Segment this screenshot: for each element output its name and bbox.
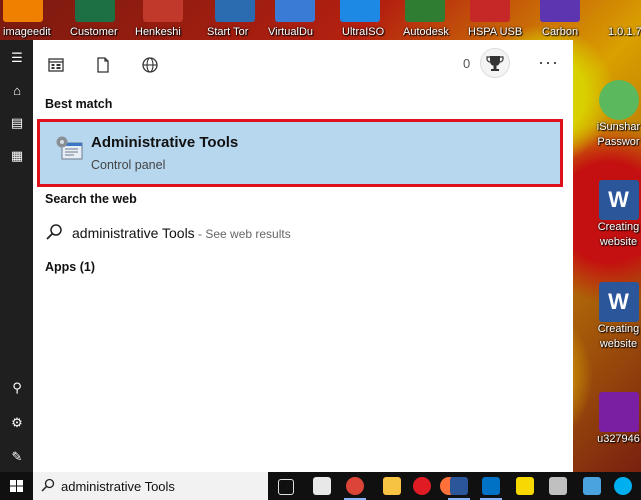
notebook-icon[interactable]: ▤: [9, 115, 25, 131]
hamburger-menu-icon[interactable]: ☰: [9, 50, 25, 66]
file-explorer-icon[interactable]: [383, 477, 401, 495]
skype-icon[interactable]: [614, 477, 632, 495]
desktop-item-label: u327946: [597, 433, 640, 445]
web-result-query-text: administrative Tools: [72, 225, 195, 241]
taskbar: administrative Tools: [0, 472, 641, 500]
desktop-icon-label: UltraISO: [342, 26, 385, 38]
virtualdub-shortcut-icon[interactable]: [275, 0, 315, 22]
desktop-icon-label: Start Tor: [207, 26, 249, 38]
desktop-icon-label: 1.0.1.7: [608, 26, 641, 38]
desktop-icon-label: Autodesk: [403, 26, 449, 38]
opera-icon[interactable]: [413, 477, 431, 495]
paint-icon[interactable]: [583, 477, 601, 495]
desktop-item-label: Passwor: [597, 136, 640, 148]
web-search-result[interactable]: administrative Tools - See web results: [33, 217, 573, 247]
ultraiso-shortcut-icon[interactable]: [340, 0, 380, 22]
rewards-count: 0: [463, 56, 471, 71]
chrome-icon[interactable]: [344, 477, 366, 500]
key-app-icon: [598, 80, 639, 120]
desktop-item-label: website: [599, 236, 638, 248]
desktop-icon-label: VirtualDu: [268, 26, 314, 38]
apps-filter-icon[interactable]: [47, 56, 65, 74]
excel-file-icon[interactable]: [75, 0, 115, 22]
desktop-item-label: website: [599, 338, 638, 350]
desktop-icon-label: HSPA USB: [468, 26, 523, 38]
desktop-top-icons: imageedit Customer Henkeshi Start Tor Vi…: [0, 0, 641, 40]
home-icon[interactable]: ⌂: [9, 83, 25, 99]
desktop-item-word-doc-2[interactable]: W Creating website: [596, 282, 641, 352]
start-menu-rail: ☰ ⌂ ▤ ▦ ⚲ ⚙ ✎: [0, 40, 33, 472]
desktop-item-label: Creating: [597, 323, 640, 335]
winrar-archive-icon: [598, 392, 639, 432]
taskbar-search-text: administrative Tools: [61, 479, 175, 494]
desktop-item-label: iSunshar: [596, 121, 641, 133]
apps-heading[interactable]: Apps (1): [45, 260, 95, 274]
sticky-notes-icon[interactable]: [516, 477, 534, 495]
outlook-icon[interactable]: [480, 477, 502, 500]
best-match-result[interactable]: Administrative Tools Control panel: [37, 119, 563, 187]
documents-filter-icon[interactable]: [94, 56, 112, 74]
settings-gear-icon[interactable]: ⚙: [9, 415, 25, 431]
word-icon[interactable]: [448, 477, 470, 500]
desktop-icon-label: Carbon: [542, 26, 579, 38]
task-view-icon[interactable]: [278, 479, 294, 495]
desktop-item-isunshare[interactable]: iSunshar Passwor: [596, 80, 641, 150]
web-filter-icon[interactable]: [141, 56, 159, 74]
rewards-trophy-icon[interactable]: [480, 48, 510, 78]
desktop-icon-label: Customer: [70, 26, 118, 38]
best-match-title: Administrative Tools: [91, 134, 239, 151]
taskbar-search-box[interactable]: administrative Tools: [33, 472, 268, 500]
desktop-icon-label: Henkeshi: [135, 26, 181, 38]
autodesk-shortcut-icon[interactable]: [405, 0, 445, 22]
windows-start-button[interactable]: [0, 472, 33, 500]
desktop-icon-label: imageedit: [3, 26, 51, 38]
administrative-tools-icon: [56, 136, 83, 160]
desktop-item-label: Creating: [597, 221, 640, 233]
word-document-icon: W: [598, 180, 639, 220]
image-editor-app-icon[interactable]: [3, 0, 43, 22]
search-results-panel: 0 ··· Best match Administrative Tools Co…: [33, 40, 573, 472]
user-icon[interactable]: ⚲: [9, 380, 25, 396]
word-document-icon: W: [598, 282, 639, 322]
office-building-icon[interactable]: ▦: [9, 148, 25, 164]
carbon-shortcut-icon[interactable]: [540, 0, 580, 22]
store-icon[interactable]: [313, 477, 331, 495]
search-icon: [41, 478, 55, 492]
search-icon: [46, 224, 62, 240]
desktop-item-winrar[interactable]: u327946: [596, 392, 641, 447]
feedback-icon[interactable]: ✎: [9, 449, 25, 465]
search-web-heading: Search the web: [45, 192, 137, 206]
snipping-tool-icon[interactable]: [549, 477, 567, 495]
best-match-heading: Best match: [45, 97, 113, 111]
tor-shortcut-icon[interactable]: [215, 0, 255, 22]
desktop-item-word-doc-1[interactable]: W Creating website: [596, 180, 641, 250]
photo-file-icon[interactable]: [143, 0, 183, 22]
web-result-hint: - See web results: [194, 227, 291, 241]
hspa-usb-shortcut-icon[interactable]: [470, 0, 510, 22]
more-options-button[interactable]: ···: [538, 52, 559, 73]
best-match-subtitle: Control panel: [91, 158, 166, 172]
web-result-query: administrative Tools - See web results: [72, 225, 291, 241]
